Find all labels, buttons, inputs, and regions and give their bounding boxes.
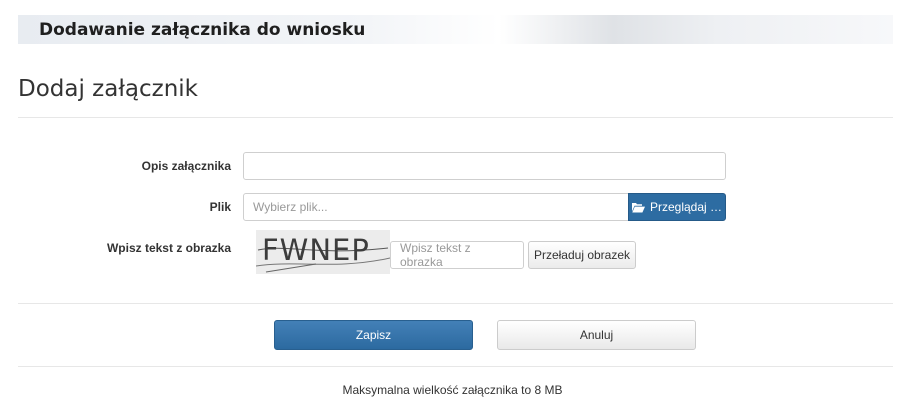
file-label: Plik <box>209 200 231 214</box>
browse-button[interactable]: Przeglądaj … <box>628 193 726 221</box>
divider <box>18 303 893 304</box>
file-placeholder: Wybierz plik... <box>253 200 328 214</box>
browse-label: Przeglądaj … <box>649 200 723 214</box>
captcha-text: FWNEP <box>262 233 370 267</box>
captcha-label: Wpisz tekst z obrazka <box>106 241 231 255</box>
cancel-button[interactable]: Anuluj <box>497 320 696 350</box>
header-title: Dodawanie załącznika do wniosku <box>39 20 366 40</box>
max-size-note: Maksymalna wielkość załącznika to 8 MB <box>342 383 563 397</box>
file-input[interactable]: Wybierz plik... <box>243 193 629 221</box>
captcha-image: FWNEP <box>256 230 390 274</box>
captcha-input[interactable]: Wpisz tekst z obrazka <box>390 241 524 269</box>
reload-captcha-button[interactable]: Przeładuj obrazek <box>528 241 636 269</box>
captcha-placeholder: Wpisz tekst z obrazka <box>400 241 471 269</box>
divider <box>18 366 893 367</box>
page-title: Dodaj załącznik <box>18 76 198 102</box>
divider <box>18 117 893 118</box>
description-label: Opis załącznika <box>141 159 231 173</box>
folder-open-icon <box>631 202 645 212</box>
save-button[interactable]: Zapisz <box>274 320 473 350</box>
description-input[interactable] <box>243 152 726 180</box>
